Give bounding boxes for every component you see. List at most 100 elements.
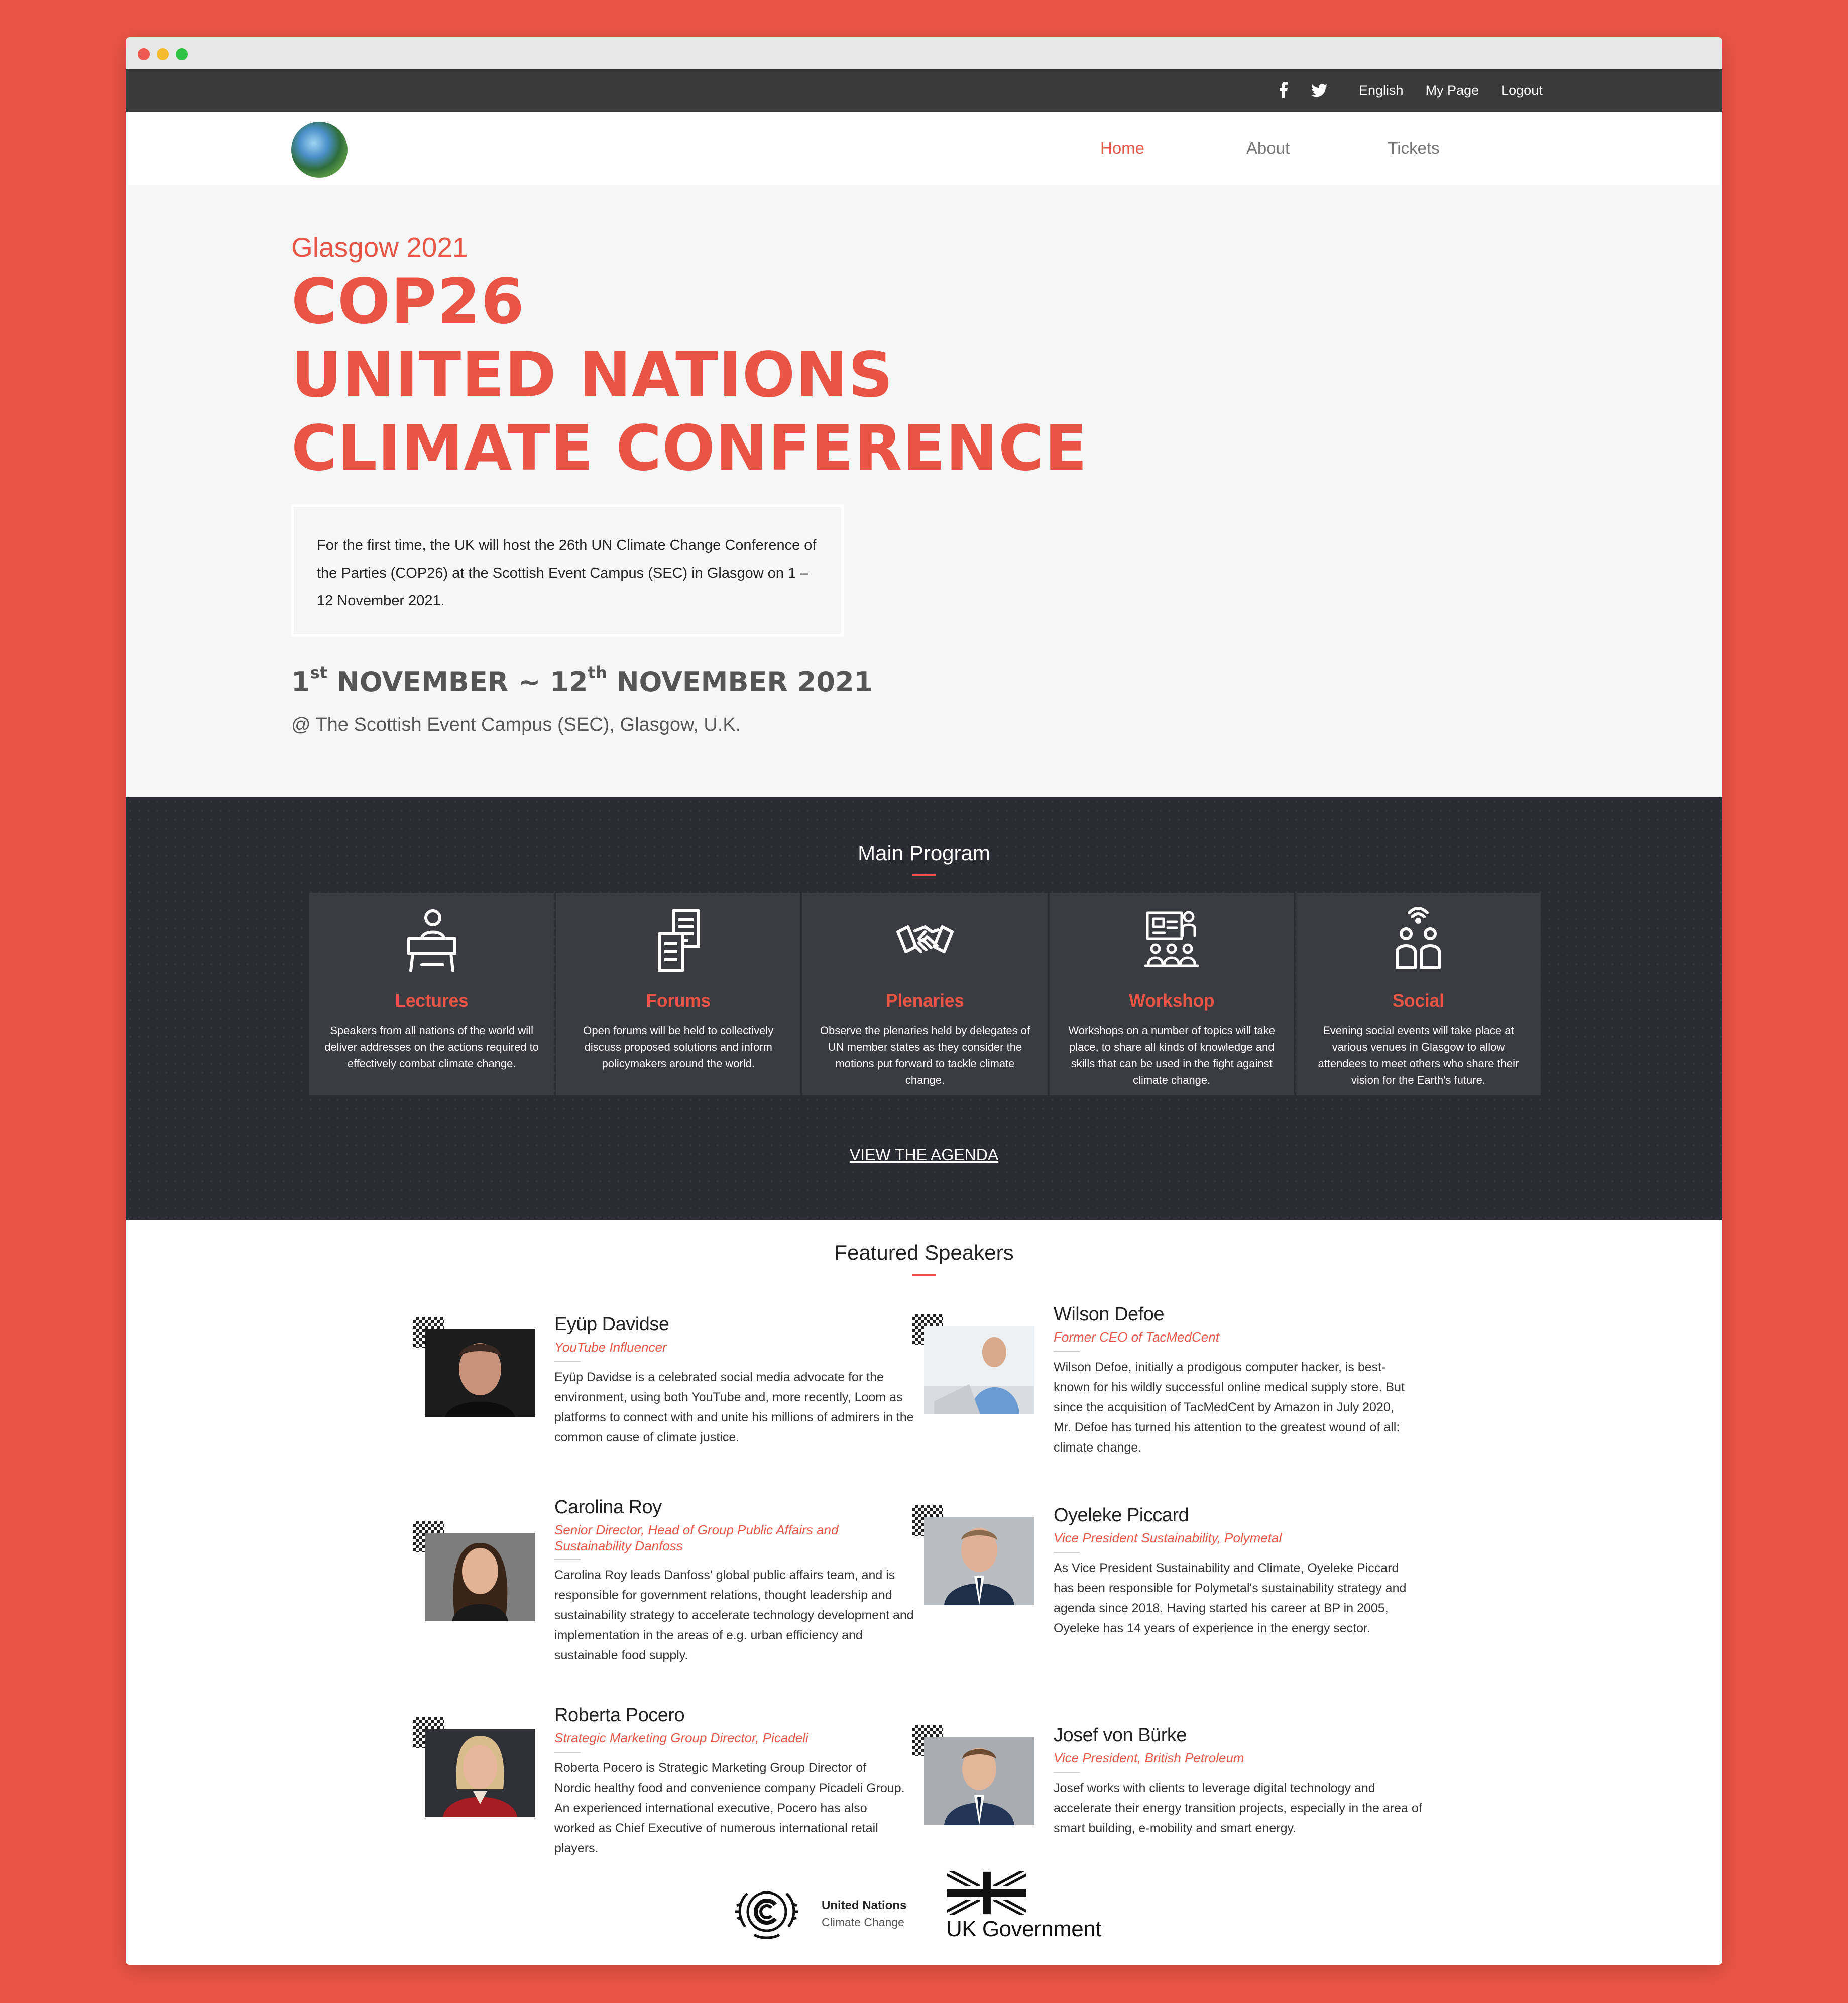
program-card-title: Lectures xyxy=(395,991,469,1011)
program-heading: Main Program xyxy=(858,841,990,865)
view-agenda-link[interactable]: VIEW THE AGENDA xyxy=(850,1146,998,1164)
hero-title: COP26 UNITED NATIONS CLIMATE CONFERENCE xyxy=(291,265,1088,485)
speaker-card[interactable]: Oyeleke Piccard Vice President Sustainab… xyxy=(912,1505,1414,1655)
social-links xyxy=(1276,81,1328,98)
hero-kicker: Glasgow 2021 xyxy=(291,232,468,263)
people-icon xyxy=(1388,906,1448,976)
end-rest: NOVEMBER 2021 xyxy=(616,666,873,698)
union-flag-icon xyxy=(947,1871,1026,1915)
speaker-bio: As Vice President Sustainability and Cli… xyxy=(1054,1561,1407,1635)
nav-home[interactable]: Home xyxy=(1050,139,1195,158)
speaker-card[interactable]: Carolina Roy Senior Director, Head of Gr… xyxy=(413,1497,915,1667)
program-card-title: Forums xyxy=(646,991,711,1011)
speaker-divider xyxy=(1054,1552,1080,1553)
start-month: NOVEMBER ~ 12 xyxy=(336,666,588,698)
main-nav: Home About Tickets xyxy=(126,112,1722,185)
speaker-photo xyxy=(425,1329,535,1417)
speaker-photo xyxy=(924,1517,1034,1605)
earth-logo[interactable] xyxy=(291,122,348,178)
minimize-window-button[interactable] xyxy=(157,48,169,60)
program-card-text: Open forums will be held to collectively… xyxy=(583,1024,774,1070)
uk-government-label: UK Government xyxy=(946,1917,1101,1941)
documents-icon xyxy=(648,906,709,976)
speaker-name: Eyüp Davidse xyxy=(554,1314,669,1335)
speaker-role: YouTube Influencer xyxy=(554,1340,667,1355)
utility-links: English My Page Logout xyxy=(1359,69,1543,112)
program-card-plenaries[interactable]: Plenaries Observe the plenaries held by … xyxy=(802,893,1048,1095)
event-dates: 1st NOVEMBER ~ 12th NOVEMBER 2021 xyxy=(291,663,873,698)
hero-intro-box: For the first time, the UK will host the… xyxy=(291,504,844,637)
my-page-link[interactable]: My Page xyxy=(1426,83,1479,98)
program-card-text: Evening social events will take place at… xyxy=(1318,1024,1519,1086)
handshake-icon xyxy=(895,906,955,976)
top-bar: English My Page Logout xyxy=(126,69,1722,112)
program-cards: Lectures Speakers from all nations of th… xyxy=(309,893,1541,1095)
speaker-bio: Carolina Roy leads Danfoss' global publi… xyxy=(554,1568,914,1662)
speaker-role: Vice President Sustainability, Polymetal xyxy=(1054,1530,1282,1545)
speaker-role: Senior Director, Head of Group Public Af… xyxy=(554,1522,839,1553)
speaker-card[interactable]: Eyüp Davidse YouTube Influencer Eyüp Dav… xyxy=(413,1314,915,1455)
speaker-photo xyxy=(924,1326,1034,1414)
speaker-card[interactable]: Josef von Bürke Vice President, British … xyxy=(912,1725,1422,1845)
speaker-divider xyxy=(554,1752,581,1753)
speaker-bio: Josef works with clients to leverage dig… xyxy=(1054,1781,1422,1835)
hero-title-line-1: COP26 xyxy=(291,266,525,338)
workshop-icon xyxy=(1141,906,1202,976)
speaker-bio: Eyüp Davidse is a celebrated social medi… xyxy=(554,1370,914,1444)
program-card-title: Workshop xyxy=(1128,991,1215,1011)
speaker-divider xyxy=(554,1361,581,1362)
speaker-role: Former CEO of TacMedCent xyxy=(1054,1329,1219,1345)
maximize-window-button[interactable] xyxy=(176,48,188,60)
featured-speakers-section: Featured Speakers Eyüp Davidse YouTube I… xyxy=(126,1220,1722,1965)
speaker-card[interactable]: Wilson Defoe Former CEO of TacMedCent Wi… xyxy=(912,1304,1414,1455)
nav-menu: Home About Tickets xyxy=(1050,112,1486,185)
close-window-button[interactable] xyxy=(138,48,150,60)
speaker-divider xyxy=(1054,1351,1080,1352)
language-link[interactable]: English xyxy=(1359,83,1404,98)
speaker-photo xyxy=(425,1729,535,1817)
program-card-social[interactable]: Social Evening social events will take p… xyxy=(1296,893,1541,1095)
lecturer-icon xyxy=(402,906,462,976)
program-card-workshop[interactable]: Workshop Workshops on a number of topics… xyxy=(1049,893,1294,1095)
logout-link[interactable]: Logout xyxy=(1501,83,1543,98)
nav-tickets[interactable]: Tickets xyxy=(1341,139,1486,158)
main-program-section: Main Program Lectures Speakers from all … xyxy=(126,797,1722,1220)
speaker-name: Oyeleke Piccard xyxy=(1054,1505,1189,1526)
facebook-icon[interactable] xyxy=(1276,81,1292,98)
program-card-title: Social xyxy=(1392,991,1444,1011)
program-card-forums[interactable]: Forums Open forums will be held to colle… xyxy=(556,893,801,1095)
uk-government-logo[interactable]: UK Government xyxy=(946,1871,1101,1942)
start-suffix: st xyxy=(310,663,327,682)
unfccc-line-2: Climate Change xyxy=(822,1916,904,1929)
program-card-text: Workshops on a number of topics will tak… xyxy=(1068,1024,1276,1086)
nav-about[interactable]: About xyxy=(1195,139,1341,158)
program-card-title: Plenaries xyxy=(886,991,964,1011)
speakers-heading: Featured Speakers xyxy=(834,1241,1014,1264)
hero-section: Glasgow 2021 COP26 UNITED NATIONS CLIMAT… xyxy=(126,185,1722,797)
speaker-divider xyxy=(1054,1772,1080,1773)
speaker-photo xyxy=(425,1533,535,1621)
program-heading-underline xyxy=(912,874,936,876)
speaker-role: Strategic Marketing Group Director, Pica… xyxy=(554,1730,808,1745)
program-card-text: Observe the plenaries held by delegates … xyxy=(820,1024,1030,1086)
speaker-name: Josef von Bürke xyxy=(1054,1725,1187,1746)
unfccc-line-1: United Nations xyxy=(822,1899,907,1912)
hero-title-line-2: UNITED NATIONS xyxy=(291,339,894,411)
browser-window: English My Page Logout Home About Ticket… xyxy=(126,37,1722,1965)
speakers-heading-underline xyxy=(912,1274,936,1276)
partner-logos: United Nations Climate Change UK Governm… xyxy=(126,1871,1722,1947)
twitter-icon[interactable] xyxy=(1311,81,1328,98)
speaker-card[interactable]: Roberta Pocero Strategic Marketing Group… xyxy=(413,1705,915,1855)
speaker-photo xyxy=(924,1737,1034,1825)
speaker-divider xyxy=(554,1559,581,1560)
program-card-text: Speakers from all nations of the world w… xyxy=(324,1024,539,1070)
event-venue: @ The Scottish Event Campus (SEC), Glasg… xyxy=(291,714,741,735)
speaker-bio: Wilson Defoe, initially a prodigous comp… xyxy=(1054,1360,1405,1455)
speaker-name: Wilson Defoe xyxy=(1054,1304,1164,1325)
program-card-lectures[interactable]: Lectures Speakers from all nations of th… xyxy=(309,893,554,1095)
speaker-name: Carolina Roy xyxy=(554,1497,662,1518)
speaker-name: Roberta Pocero xyxy=(554,1705,685,1726)
start-day: 1 xyxy=(291,666,310,698)
unfccc-logo-icon[interactable] xyxy=(734,1886,799,1942)
speaker-bio: Roberta Pocero is Strategic Marketing Gr… xyxy=(554,1761,905,1855)
